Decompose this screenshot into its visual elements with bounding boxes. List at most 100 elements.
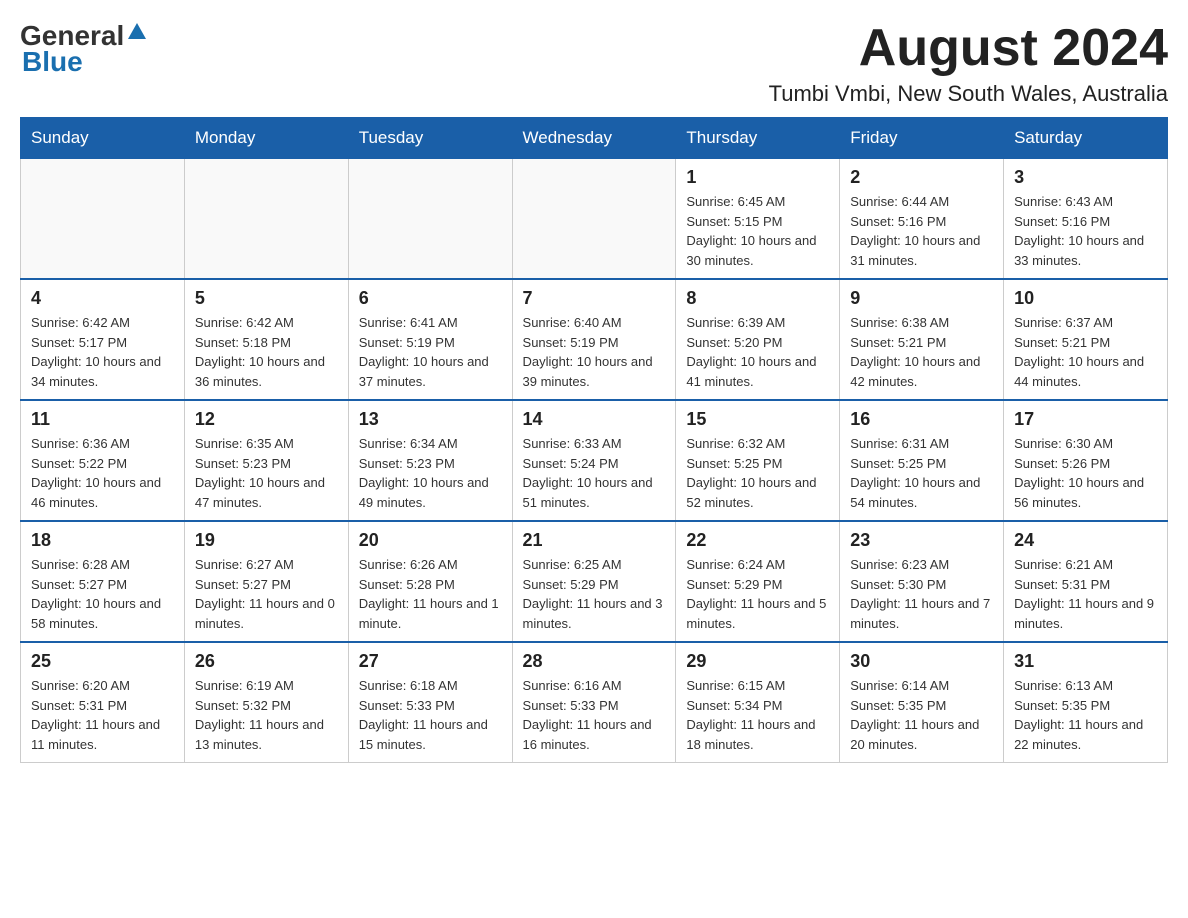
calendar-cell: 21Sunrise: 6:25 AM Sunset: 5:29 PM Dayli… [512,521,676,642]
calendar-cell: 25 Sunrise: 6:20 AM Sunset: 5:31 PM Dayli… [21,642,185,763]
day-info: Sunrise: 6:36 AM Sunset: 5:22 PM Dayligh… [31,434,174,512]
logo-triangle-icon [126,21,148,43]
day-info: Sunrise: 6:38 AM Sunset: 5:21 PM Dayligh… [850,313,993,391]
day-number: 18 [31,530,174,551]
day-info: Sunrise: 6:42 AM Sunset: 5:18 PM Dayligh… [195,313,338,391]
calendar-cell: 8 Sunrise: 6:39 AM Sunset: 5:20 PM Daylig… [676,279,840,400]
day-number: 31 [1014,651,1157,672]
page-header: General Blue August 2024 Tumbi Vmbi, New… [20,20,1168,107]
day-info: Sunrise: 6:40 AM Sunset: 5:19 PM Dayligh… [523,313,666,391]
calendar-cell: 27 Sunrise: 6:18 AM Sunset: 5:33 PM Dayli… [348,642,512,763]
day-info: Sunrise: 6:31 AM Sunset: 5:25 PM Dayligh… [850,434,993,512]
day-info: Sunrise: 6:37 AM Sunset: 5:21 PM Dayligh… [1014,313,1157,391]
calendar-cell: 11Sunrise: 6:36 AM Sunset: 5:22 PM Dayli… [21,400,185,521]
week-row-1: 1Sunrise: 6:45 AM Sunset: 5:15 PM Daylig… [21,159,1168,280]
day-info: Sunrise: 6:41 AM Sunset: 5:19 PM Dayligh… [359,313,502,391]
day-info: Sunrise: 6:18 AM Sunset: 5:33 PM Dayligh… [359,676,502,754]
col-sunday: Sunday [21,118,185,159]
calendar-cell: 15 Sunrise: 6:32 AM Sunset: 5:25 PM Dayli… [676,400,840,521]
calendar-cell [21,159,185,280]
day-number: 6 [359,288,502,309]
day-number: 1 [686,167,829,188]
day-info: Sunrise: 6:15 AM Sunset: 5:34 PM Dayligh… [686,676,829,754]
day-info: Sunrise: 6:24 AM Sunset: 5:29 PM Dayligh… [686,555,829,633]
day-number: 15 [686,409,829,430]
calendar-cell: 12 Sunrise: 6:35 AM Sunset: 5:23 PM Dayli… [184,400,348,521]
month-title: August 2024 [769,20,1168,77]
day-number: 19 [195,530,338,551]
col-friday: Friday [840,118,1004,159]
day-info: Sunrise: 6:14 AM Sunset: 5:35 PM Dayligh… [850,676,993,754]
day-info: Sunrise: 6:44 AM Sunset: 5:16 PM Dayligh… [850,192,993,270]
calendar-cell: 14Sunrise: 6:33 AM Sunset: 5:24 PM Dayli… [512,400,676,521]
day-number: 23 [850,530,993,551]
week-row-2: 4Sunrise: 6:42 AM Sunset: 5:17 PM Daylig… [21,279,1168,400]
day-number: 9 [850,288,993,309]
day-number: 8 [686,288,829,309]
day-number: 20 [359,530,502,551]
day-info: Sunrise: 6:23 AM Sunset: 5:30 PM Dayligh… [850,555,993,633]
calendar-cell: 29 Sunrise: 6:15 AM Sunset: 5:34 PM Dayli… [676,642,840,763]
day-number: 27 [359,651,502,672]
calendar-cell: 5 Sunrise: 6:42 AM Sunset: 5:18 PM Daylig… [184,279,348,400]
day-info: Sunrise: 6:20 AM Sunset: 5:31 PM Dayligh… [31,676,174,754]
day-number: 5 [195,288,338,309]
calendar-cell: 16 Sunrise: 6:31 AM Sunset: 5:25 PM Dayli… [840,400,1004,521]
calendar-cell: 3 Sunrise: 6:43 AM Sunset: 5:16 PM Daylig… [1004,159,1168,280]
calendar-table: Sunday Monday Tuesday Wednesday Thursday… [20,117,1168,763]
day-info: Sunrise: 6:19 AM Sunset: 5:32 PM Dayligh… [195,676,338,754]
location-title: Tumbi Vmbi, New South Wales, Australia [769,81,1168,107]
calendar-cell: 23 Sunrise: 6:23 AM Sunset: 5:30 PM Dayli… [840,521,1004,642]
calendar-cell: 28 Sunrise: 6:16 AM Sunset: 5:33 PM Dayli… [512,642,676,763]
day-info: Sunrise: 6:32 AM Sunset: 5:25 PM Dayligh… [686,434,829,512]
day-number: 2 [850,167,993,188]
day-info: Sunrise: 6:13 AM Sunset: 5:35 PM Dayligh… [1014,676,1157,754]
calendar-cell: 22 Sunrise: 6:24 AM Sunset: 5:29 PM Dayli… [676,521,840,642]
header-row: Sunday Monday Tuesday Wednesday Thursday… [21,118,1168,159]
col-tuesday: Tuesday [348,118,512,159]
day-number: 4 [31,288,174,309]
week-row-3: 11Sunrise: 6:36 AM Sunset: 5:22 PM Dayli… [21,400,1168,521]
calendar-cell: 13Sunrise: 6:34 AM Sunset: 5:23 PM Dayli… [348,400,512,521]
day-number: 26 [195,651,338,672]
week-row-4: 18 Sunrise: 6:28 AM Sunset: 5:27 PM Dayli… [21,521,1168,642]
calendar-cell: 4Sunrise: 6:42 AM Sunset: 5:17 PM Daylig… [21,279,185,400]
day-number: 29 [686,651,829,672]
calendar-cell: 7Sunrise: 6:40 AM Sunset: 5:19 PM Daylig… [512,279,676,400]
col-saturday: Saturday [1004,118,1168,159]
calendar-cell: 19 Sunrise: 6:27 AM Sunset: 5:27 PM Dayli… [184,521,348,642]
calendar-cell: 1Sunrise: 6:45 AM Sunset: 5:15 PM Daylig… [676,159,840,280]
title-section: August 2024 Tumbi Vmbi, New South Wales,… [769,20,1168,107]
calendar-cell: 26 Sunrise: 6:19 AM Sunset: 5:32 PM Dayli… [184,642,348,763]
calendar-cell [184,159,348,280]
day-number: 25 [31,651,174,672]
day-info: Sunrise: 6:28 AM Sunset: 5:27 PM Dayligh… [31,555,174,633]
day-number: 17 [1014,409,1157,430]
day-number: 10 [1014,288,1157,309]
day-number: 12 [195,409,338,430]
day-number: 22 [686,530,829,551]
day-number: 28 [523,651,666,672]
calendar-cell: 30 Sunrise: 6:14 AM Sunset: 5:35 PM Dayli… [840,642,1004,763]
calendar-cell: 9 Sunrise: 6:38 AM Sunset: 5:21 PM Daylig… [840,279,1004,400]
day-info: Sunrise: 6:33 AM Sunset: 5:24 PM Dayligh… [523,434,666,512]
col-thursday: Thursday [676,118,840,159]
day-info: Sunrise: 6:21 AM Sunset: 5:31 PM Dayligh… [1014,555,1157,633]
calendar-cell: 18 Sunrise: 6:28 AM Sunset: 5:27 PM Dayli… [21,521,185,642]
day-info: Sunrise: 6:25 AM Sunset: 5:29 PM Dayligh… [523,555,666,633]
day-number: 30 [850,651,993,672]
day-info: Sunrise: 6:27 AM Sunset: 5:27 PM Dayligh… [195,555,338,633]
day-info: Sunrise: 6:16 AM Sunset: 5:33 PM Dayligh… [523,676,666,754]
logo-text-blue: Blue [22,46,83,78]
week-row-5: 25 Sunrise: 6:20 AM Sunset: 5:31 PM Dayli… [21,642,1168,763]
day-info: Sunrise: 6:39 AM Sunset: 5:20 PM Dayligh… [686,313,829,391]
calendar-cell: 17Sunrise: 6:30 AM Sunset: 5:26 PM Dayli… [1004,400,1168,521]
day-info: Sunrise: 6:35 AM Sunset: 5:23 PM Dayligh… [195,434,338,512]
calendar-cell: 2 Sunrise: 6:44 AM Sunset: 5:16 PM Daylig… [840,159,1004,280]
calendar-cell: 6 Sunrise: 6:41 AM Sunset: 5:19 PM Daylig… [348,279,512,400]
logo: General Blue [20,20,148,78]
day-info: Sunrise: 6:43 AM Sunset: 5:16 PM Dayligh… [1014,192,1157,270]
day-number: 3 [1014,167,1157,188]
day-number: 16 [850,409,993,430]
col-wednesday: Wednesday [512,118,676,159]
